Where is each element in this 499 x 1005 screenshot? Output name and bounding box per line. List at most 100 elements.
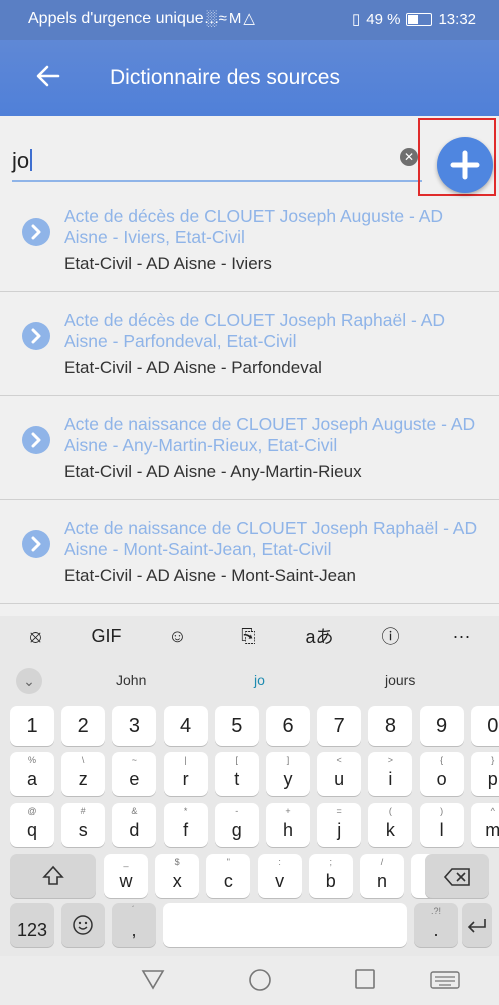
- key-q[interactable]: @ q: [10, 803, 54, 847]
- key-v[interactable]: :v: [257, 854, 302, 898]
- numbers-key[interactable]: 123: [10, 903, 54, 947]
- notification-text: Appels d'urgence unique…: [28, 10, 220, 27]
- key-5[interactable]: 5: [214, 706, 259, 746]
- copilot-icon[interactable]: ⦻: [0, 616, 71, 656]
- key-label: g: [231, 820, 242, 840]
- list-item[interactable]: Acte de décès de CLOUET Joseph Raphaël -…: [0, 292, 499, 396]
- key-8[interactable]: 8: [368, 706, 413, 746]
- key-d[interactable]: & d: [112, 803, 157, 847]
- result-title[interactable]: Acte de naissance de CLOUET Joseph Rapha…: [64, 518, 482, 560]
- key-2[interactable]: 2: [61, 706, 106, 746]
- key-hint: $: [174, 857, 180, 867]
- home-nav-icon[interactable]: [249, 969, 271, 991]
- key-y[interactable]: ] y: [266, 752, 310, 796]
- list-item[interactable]: Acte de naissance de CLOUET Joseph Rapha…: [0, 500, 499, 604]
- key-0[interactable]: 0: [470, 706, 499, 746]
- list-item[interactable]: Acte de décès de CLOUET Joseph Auguste -…: [0, 188, 499, 292]
- key-9[interactable]: 9: [419, 706, 464, 746]
- key-j[interactable]: = j: [317, 803, 362, 847]
- chevron-down-icon[interactable]: ⌄: [16, 668, 42, 694]
- sticker-icon[interactable]: ☺: [142, 616, 213, 656]
- key-e[interactable]: ~ e: [112, 752, 157, 796]
- key-7[interactable]: 7: [317, 706, 362, 746]
- key-s[interactable]: # s: [61, 803, 106, 847]
- key-hint: |: [184, 755, 187, 765]
- key-6[interactable]: 6: [266, 706, 310, 746]
- gif-icon[interactable]: GIF: [71, 616, 142, 656]
- more-icon[interactable]: ···: [426, 616, 497, 656]
- key-hint: ): [440, 806, 444, 816]
- key-k[interactable]: (k: [368, 803, 413, 847]
- shift-icon[interactable]: [10, 854, 96, 898]
- result-title[interactable]: Acte de décès de CLOUET Joseph Auguste -…: [64, 206, 482, 248]
- arrow-left-icon[interactable]: [34, 62, 62, 90]
- key-1[interactable]: 1: [10, 706, 54, 746]
- translate-icon[interactable]: aあ: [284, 616, 355, 656]
- key-i[interactable]: > i: [368, 752, 413, 796]
- period-key[interactable]: .?!.: [414, 903, 458, 947]
- suggestion-1[interactable]: John: [116, 672, 146, 688]
- key-b[interactable]: ; b: [308, 854, 353, 898]
- search-value[interactable]: jo: [12, 148, 33, 174]
- key-f[interactable]: * f: [163, 803, 208, 847]
- wifi-icon: ≈: [218, 10, 229, 27]
- keyboard: ⦻ GIF ☺ ⎘ aあ ⓘ ··· ⌄ John jo jours 1 2 3 4 5 6 7 8 9 0%…: [0, 616, 499, 1005]
- key-w[interactable]: _ w: [104, 854, 148, 898]
- key-h[interactable]: + h: [266, 803, 310, 847]
- key-hint: =: [336, 806, 342, 816]
- recents-nav-icon[interactable]: [355, 969, 375, 989]
- key-icon: [462, 916, 492, 941]
- key-n[interactable]: / n: [360, 854, 404, 898]
- key-label: j: [337, 820, 342, 840]
- keyboard-nav-icon[interactable]: [430, 971, 460, 989]
- backspace-icon[interactable]: [425, 854, 489, 898]
- list-item[interactable]: Acte de naissance de CLOUET Joseph Augus…: [0, 396, 499, 500]
- comma-key[interactable]: ́,: [112, 903, 156, 947]
- result-title[interactable]: Acte de naissance de CLOUET Joseph Augus…: [64, 414, 482, 456]
- enter-icon[interactable]: [462, 903, 492, 947]
- key-label: w: [119, 871, 133, 891]
- clipboard-icon[interactable]: ⎘: [213, 616, 284, 656]
- key-r[interactable]: | r: [163, 752, 208, 796]
- info-icon[interactable]: ⓘ: [355, 616, 426, 656]
- emoji-icon[interactable]: [61, 903, 105, 947]
- search-input[interactable]: jo: [12, 146, 422, 182]
- key-l[interactable]: ) l: [419, 803, 464, 847]
- key-label: o: [436, 769, 447, 789]
- key-c[interactable]: " c: [206, 854, 251, 898]
- clear-icon[interactable]: ✕: [400, 148, 418, 166]
- result-title[interactable]: Acte de décès de CLOUET Joseph Raphaël -…: [64, 310, 482, 352]
- key-3[interactable]: 3: [112, 706, 157, 746]
- key-o[interactable]: {o: [419, 752, 464, 796]
- key-hint: ^: [490, 806, 495, 816]
- suggestion-2[interactable]: jo: [254, 672, 265, 688]
- chevron-right-icon: [22, 530, 50, 558]
- key-x[interactable]: $ x: [155, 854, 200, 898]
- key-a[interactable]: % a: [10, 752, 54, 796]
- key-t[interactable]: [t: [214, 752, 259, 796]
- space-bar[interactable]: [163, 903, 407, 947]
- key-g[interactable]: -g: [214, 803, 259, 847]
- key-hint: :: [278, 857, 281, 867]
- key-label: e: [129, 769, 140, 789]
- key-label: y: [283, 769, 293, 789]
- key-icon: [425, 867, 489, 892]
- key-u[interactable]: < u: [317, 752, 362, 796]
- result-subtitle: Etat-Civil - AD Aisne - Any-Martin-Rieux: [64, 462, 362, 481]
- key-p[interactable]: } p: [470, 752, 499, 796]
- key-m[interactable]: ^ m: [470, 803, 499, 847]
- results-list: Acte de décès de CLOUET Joseph Auguste -…: [0, 188, 499, 604]
- back-nav-icon[interactable]: [141, 970, 165, 990]
- key-4[interactable]: 4: [163, 706, 208, 746]
- app-bar: Dictionnaire des sources: [0, 40, 499, 116]
- key-hint: -: [235, 806, 239, 816]
- key-label: 0: [487, 715, 499, 737]
- key-z[interactable]: \ z: [61, 752, 106, 796]
- key-hint: ~: [131, 755, 138, 765]
- chevron-right-icon: [22, 218, 50, 246]
- key-hint: @: [27, 806, 37, 816]
- suggestion-3[interactable]: jours: [385, 672, 415, 688]
- result-subtitle: Etat-Civil - AD Aisne - Parfondeval: [64, 358, 322, 377]
- key-label: 7: [333, 715, 345, 737]
- add-button[interactable]: [437, 137, 493, 193]
